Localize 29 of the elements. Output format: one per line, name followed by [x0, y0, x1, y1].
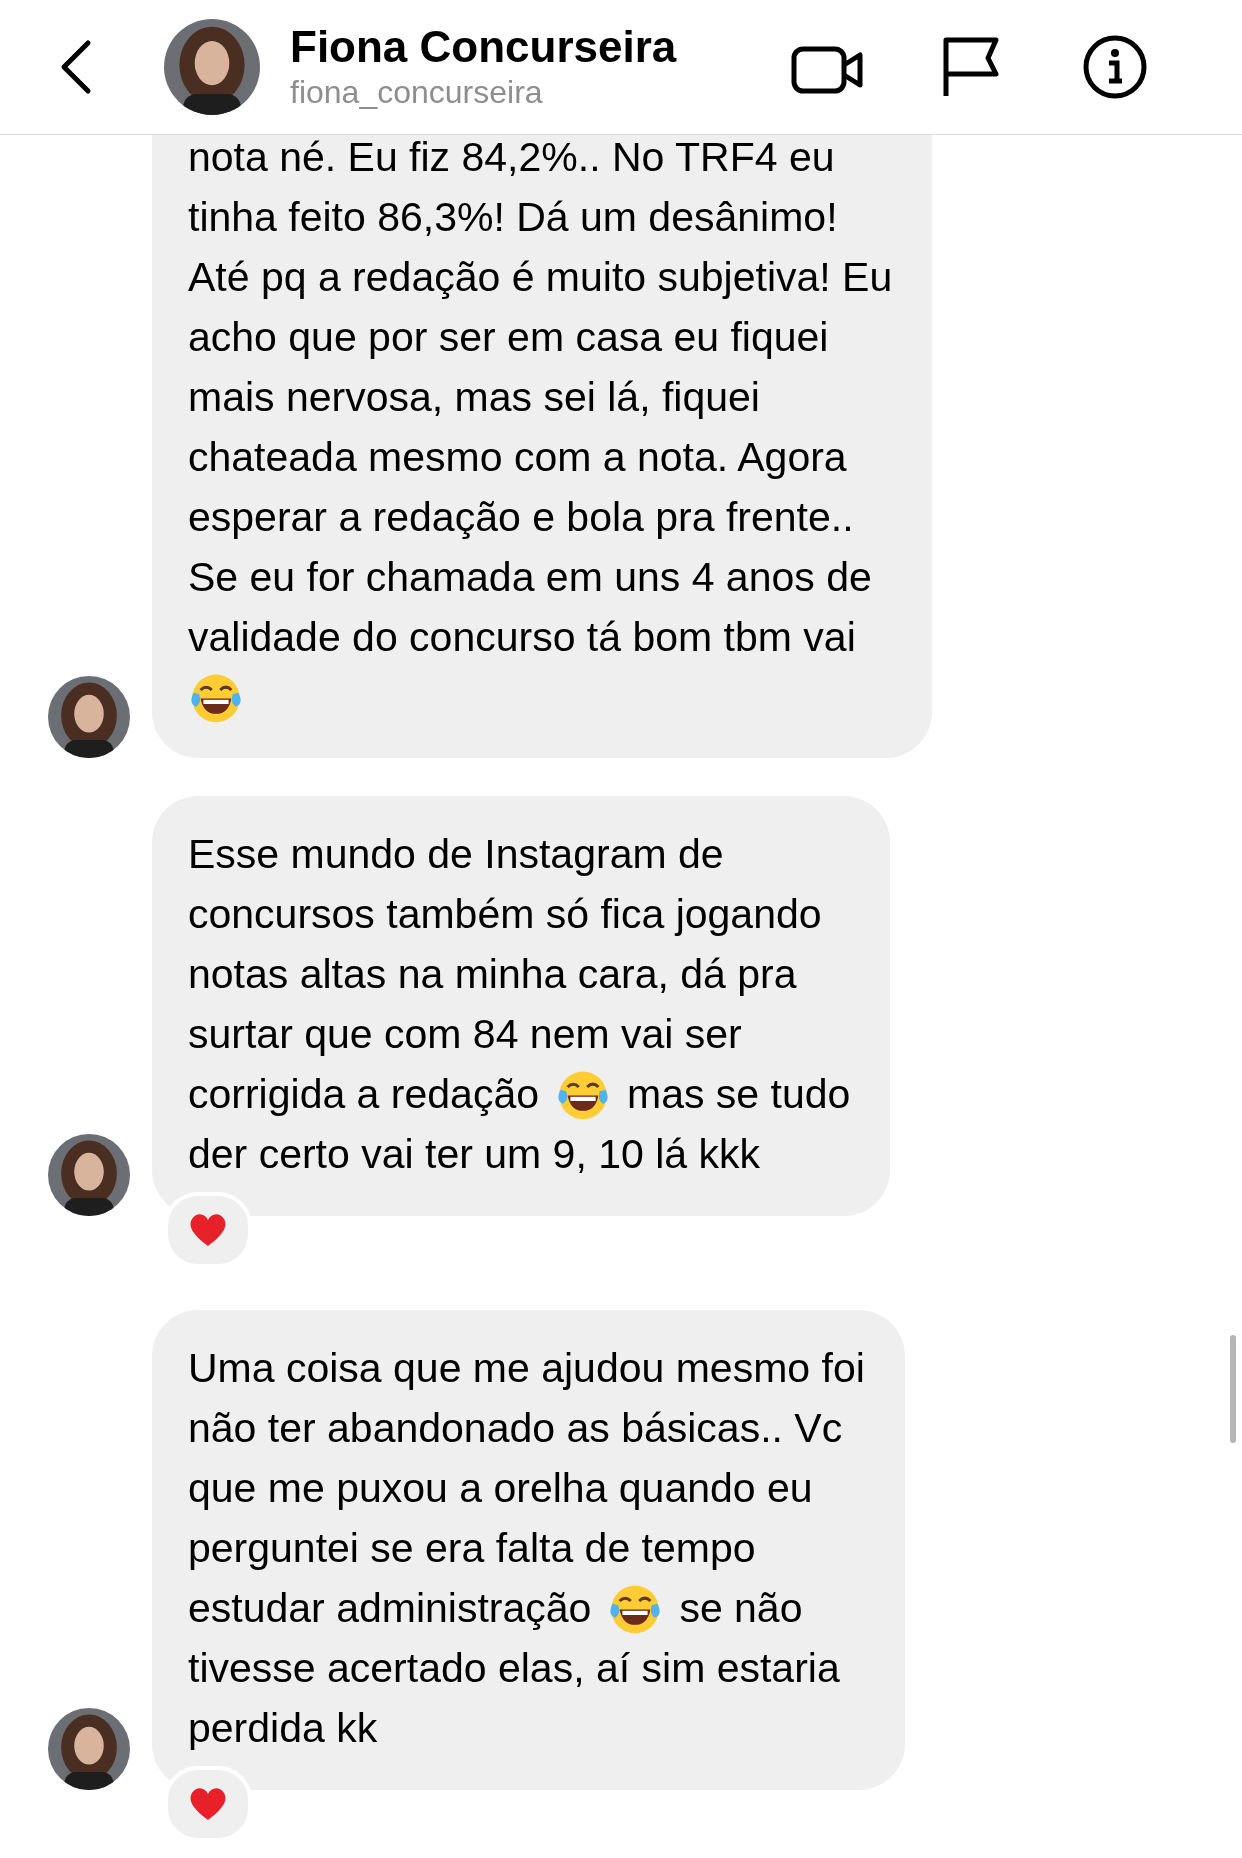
message-text: Esse mundo de Instagram de [188, 830, 724, 879]
message-text: tivesse acertado elas, aí sim estaria [188, 1644, 840, 1693]
message-text: concursos também só fica jogando [188, 890, 822, 939]
heart-icon [188, 1212, 228, 1248]
message-text: estudar administração [188, 1584, 592, 1633]
message-text: nota né. Eu fiz 84,2%.. No TRF4 eu [188, 133, 835, 182]
message-text: validade do concurso tá bom tbm vai [188, 613, 856, 662]
heart-icon [188, 1786, 228, 1822]
message-text: Até pq a redação é muito subjetiva! Eu [188, 253, 893, 302]
message-text: chateada mesmo com a nota. Agora [188, 433, 847, 482]
message-text: tinha feito 86,3%! Dá um desânimo! [188, 193, 838, 242]
message-text: perdida kk [188, 1704, 378, 1753]
message-text: que me puxou a orelha quando eu [188, 1464, 813, 1513]
message-text: corrigida a redação [188, 1070, 539, 1119]
message-text: se não [679, 1584, 803, 1633]
message-text: mais nervosa, mas sei lá, fiquei [188, 373, 760, 422]
message-text: não ter abandonado as básicas.. Vc [188, 1404, 843, 1453]
message-text: esperar a redação e bola pra frente.. [188, 493, 854, 542]
message-text: perguntei se era falta de tempo [188, 1524, 756, 1573]
contact-name: Fiona Concurseira [290, 22, 678, 72]
message-text: Se eu for chamada em uns 4 anos de [188, 553, 872, 602]
username: fiona_concurseira [290, 73, 544, 112]
message-text: surtar que com 84 nem vai ser [188, 1010, 742, 1059]
message-text: Uma coisa que me ajudou mesmo foi [188, 1344, 865, 1393]
message-text: mas se tudo [627, 1070, 851, 1119]
message-text: notas altas na minha cara, dá pra [188, 950, 797, 999]
message-text: der certo vai ter um 9, 10 lá kkk [188, 1130, 760, 1179]
scrollbar[interactable] [1230, 1335, 1236, 1443]
message-text: acho que por ser em casa eu fiquei [188, 313, 829, 362]
